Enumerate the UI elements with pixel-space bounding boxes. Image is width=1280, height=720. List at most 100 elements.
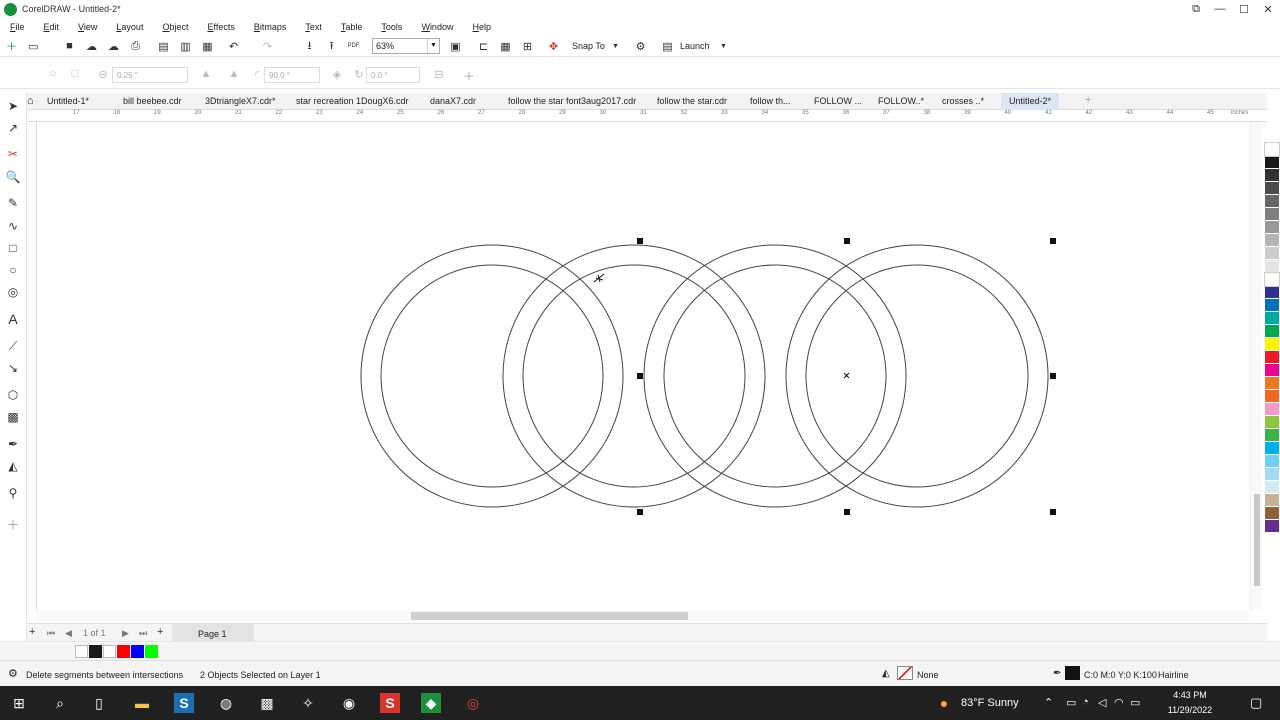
add-tab-icon[interactable]: + [1085, 94, 1091, 106]
drawing-canvas[interactable] [37, 122, 1250, 610]
palette-swatch[interactable] [1265, 390, 1279, 403]
page-tab[interactable]: Page 1 [172, 624, 254, 642]
fill-tool-icon[interactable]: ◭ [5, 458, 21, 474]
maximize-icon[interactable]: ☐ [1232, 0, 1256, 18]
app-icon[interactable]: ◍ [216, 693, 236, 713]
menu-bitmaps[interactable]: Bitmaps [254, 22, 287, 32]
horizontal-ruler[interactable]: 17 18 19 20 21 22 23 24 25 26 27 28 29 30 31 32 33 34 35 36… [27, 110, 1267, 122]
publish-pdf-icon[interactable]: PDF [346, 39, 361, 53]
windows-start-icon[interactable]: ⊞ [9, 693, 29, 713]
scroll-thumb[interactable] [411, 612, 688, 620]
tab-crosses[interactable]: crosses ..* [942, 96, 984, 106]
file-explorer-icon[interactable]: ▬ [132, 693, 152, 713]
wifi-icon[interactable]: ◠ [1114, 696, 1124, 709]
app-icon[interactable]: ▩ [257, 693, 277, 713]
palette-swatch[interactable] [1265, 325, 1279, 338]
palette-swatch[interactable] [1265, 429, 1279, 442]
palette-swatch[interactable] [1265, 403, 1279, 416]
chrome-icon[interactable]: ◎ [463, 693, 483, 713]
rectangle-icon[interactable]: □ [68, 68, 82, 82]
ring-4-inner[interactable] [805, 264, 1029, 488]
palette-swatch[interactable] [1265, 234, 1279, 247]
coreldraw-taskbar-icon[interactable]: ◆ [421, 693, 441, 713]
palette-swatch[interactable] [1265, 481, 1279, 494]
launch-dropdown[interactable]: Launch [680, 41, 710, 51]
show-rulers-icon[interactable]: ⊏ [476, 39, 491, 53]
ellipse-icon[interactable]: ○ [46, 68, 60, 82]
document-palette-swatch[interactable] [89, 645, 102, 658]
document-palette-swatch[interactable] [103, 645, 116, 658]
document-palette-swatch[interactable] [75, 645, 88, 658]
snap-to-dropdown[interactable]: Snap To [572, 41, 605, 51]
network-icon[interactable]: ◔ [1082, 696, 1089, 708]
cloud-download-icon[interactable]: ☁ [106, 39, 121, 53]
artistic-media-icon[interactable]: ∿ [5, 218, 21, 234]
add-page-icon[interactable]: + [157, 626, 163, 638]
palette-swatch[interactable] [1265, 520, 1279, 533]
last-page-icon[interactable]: ⏭ [139, 628, 147, 639]
launch-icon[interactable]: ▤ [660, 39, 675, 53]
tab-star-recreation[interactable]: star recreation 1DougX6.cdr [296, 96, 409, 106]
ring-4-outer[interactable] [785, 244, 1049, 508]
paste-icon[interactable]: ▦ [200, 39, 215, 53]
snap-magnet-icon[interactable]: ✥ [546, 39, 561, 53]
add-page-icon[interactable]: + [29, 626, 35, 638]
transparency-tool-icon[interactable]: ▩ [5, 409, 21, 425]
menu-effects[interactable]: Effects [207, 22, 234, 32]
palette-swatch[interactable] [1265, 351, 1279, 364]
menu-file[interactable]: File [10, 22, 25, 32]
tab-dana[interactable]: danaX7.cdr [430, 96, 476, 106]
tab-follow-upper-2[interactable]: FOLLOW..* [878, 96, 924, 106]
palette-swatch[interactable] [1265, 468, 1279, 481]
palette-swatch[interactable] [1265, 494, 1279, 507]
app-s-icon[interactable]: S [174, 693, 194, 713]
document-palette-swatch[interactable] [117, 645, 130, 658]
spiral-tool-icon[interactable]: ◎ [5, 284, 21, 300]
crop-tool-icon[interactable]: ✂ [5, 146, 21, 162]
rectangle-tool-icon[interactable]: □ [5, 240, 21, 256]
palette-swatch[interactable] [1265, 416, 1279, 429]
full-screen-icon[interactable]: ▣ [448, 39, 463, 53]
tab-follow-th[interactable]: follow th... [750, 96, 791, 106]
clock-time[interactable]: 4:43 PM [1160, 690, 1220, 700]
save-icon[interactable]: ■ [62, 39, 77, 53]
next-page-icon[interactable]: ▶ [122, 628, 129, 639]
palette-swatch[interactable] [1265, 442, 1279, 455]
chevron-up-icon[interactable]: ⌃ [1044, 696, 1053, 709]
tab-follow-the-star[interactable]: follow the star.cdr [657, 96, 727, 106]
connector-tool-icon[interactable]: ↘ [5, 360, 21, 376]
outline-width-field[interactable]: 0.25 " [112, 67, 188, 83]
ring-1-outer[interactable] [360, 244, 624, 508]
menu-help[interactable]: Help [472, 22, 491, 32]
previous-page-icon[interactable]: ◀ [65, 628, 72, 639]
show-grid-icon[interactable]: ▦ [498, 39, 513, 53]
add-tool-icon[interactable]: ＋ [5, 516, 21, 532]
add-icon[interactable]: ＋ [462, 68, 476, 83]
vertical-scrollbar[interactable] [1250, 122, 1262, 610]
pick-tool-icon[interactable]: ➤ [5, 98, 21, 114]
show-guidelines-icon[interactable]: ⊞ [520, 39, 535, 53]
palette-swatch[interactable] [1265, 455, 1279, 468]
node-icon[interactable]: ◈ [330, 68, 344, 82]
ring-2-outer[interactable] [502, 244, 766, 508]
palette-swatch[interactable] [1265, 221, 1279, 234]
ring-1-inner[interactable] [380, 264, 604, 488]
palette-swatch[interactable] [1265, 299, 1279, 312]
weather-text[interactable]: 83°F Sunny [961, 697, 1019, 709]
app-s-red-icon[interactable]: S [380, 693, 400, 713]
close-icon[interactable]: ✕ [1256, 0, 1280, 18]
parallel-dimension-icon[interactable]: ⟋ [5, 338, 21, 354]
options-gear-icon[interactable]: ⚙ [633, 39, 648, 53]
tray-icon[interactable]: ▭ [1066, 696, 1076, 709]
palette-swatch[interactable] [1265, 364, 1279, 377]
redo-icon[interactable]: ↷ [260, 39, 275, 53]
fill-icon[interactable]: ▲ [199, 68, 213, 82]
wrap-icon[interactable]: ⊟ [432, 68, 446, 82]
menu-tools[interactable]: Tools [381, 22, 402, 32]
menu-table[interactable]: Table [341, 22, 363, 32]
palette-swatch[interactable] [1265, 286, 1279, 299]
palette-swatch[interactable] [1265, 507, 1279, 520]
menu-window[interactable]: Window [421, 22, 453, 32]
tab-untitled-2[interactable]: Untitled-2* [1001, 93, 1060, 110]
outline-color-swatch[interactable] [1065, 666, 1080, 680]
